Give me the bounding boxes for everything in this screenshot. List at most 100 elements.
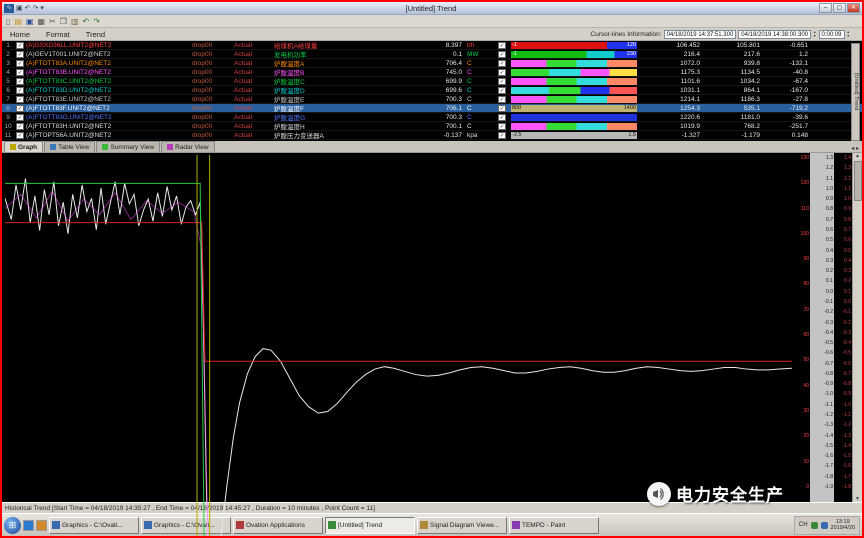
maximize-button[interactable]: ▢ <box>833 3 846 13</box>
scroll-up-icon[interactable]: ▲ <box>855 153 860 159</box>
y-tick-gray: 0.8 <box>811 206 833 212</box>
paste-icon[interactable]: ▥ <box>71 17 79 26</box>
table-row[interactable]: 4✓(A)FTOTT83B.UNIT2@NET2drop00Actual炉膛温度… <box>2 68 862 77</box>
point-name[interactable]: (A)FTOTT83G.UNIT2@NET2 <box>26 114 192 121</box>
taskbar-clock[interactable]: 13:19 2019/4/20 <box>831 519 855 531</box>
row-checkbox[interactable]: ✓ <box>16 60 24 67</box>
row-checkbox-2[interactable]: ✓ <box>498 42 506 49</box>
graph-tab-icon <box>10 144 16 150</box>
row-checkbox-2[interactable]: ✓ <box>498 132 506 139</box>
row-checkbox[interactable]: ✓ <box>16 78 24 85</box>
row-checkbox[interactable]: ✓ <box>16 96 24 103</box>
row-index: 1 <box>2 42 14 49</box>
y-tick-gray: -1.7 <box>811 463 833 469</box>
point-name[interactable]: (A)FTOPT56A.UNIT2@NET2 <box>26 132 192 139</box>
qat-save-icon[interactable]: ▣ <box>16 4 23 12</box>
point-name[interactable]: (A)FTOTT83A.UNIT2@NET2 <box>26 60 192 67</box>
table-row[interactable]: 5✓(A)FTOTT83C.UNIT2@NET2drop00Actual炉膛温度… <box>2 77 862 86</box>
minimize-button[interactable]: – <box>819 3 832 13</box>
table-row[interactable]: 10✓(A)FTOTT83H.UNIT2@NET2drop00Actual炉膛温… <box>2 122 862 131</box>
point-name[interactable]: (A)FTOTT83H.UNIT2@NET2 <box>26 123 192 130</box>
language-indicator[interactable]: CH <box>799 522 808 528</box>
tab-graph[interactable]: Graph <box>4 141 43 152</box>
point-name[interactable]: (A)FTOTT83E.UNIT2@NET2 <box>26 96 192 103</box>
row-checkbox[interactable]: ✓ <box>16 132 24 139</box>
open-folder-icon[interactable]: ▤ <box>14 17 22 26</box>
tab-summary-view[interactable]: Summary View <box>96 141 160 152</box>
row-checkbox-2[interactable]: ✓ <box>498 96 506 103</box>
table-row[interactable]: 2✓(A)GEV1T001.UNIT2@NET2drop00Actual发电机功… <box>2 50 862 59</box>
tray-status-icon[interactable] <box>811 522 818 529</box>
tray-volume-icon[interactable] <box>821 522 828 529</box>
chart-vertical-scrollbar[interactable]: ▲ ▼ <box>852 153 862 502</box>
tab-scroll-arrows[interactable]: ◂ ▸ <box>851 145 862 152</box>
row-checkbox-2[interactable]: ✓ <box>498 60 506 67</box>
qat-undo-icon[interactable]: ↶ <box>25 4 31 12</box>
close-button[interactable]: ✕ <box>847 3 860 13</box>
copy-icon[interactable]: ❐ <box>60 17 67 26</box>
row-checkbox[interactable]: ✓ <box>16 105 24 112</box>
y-tick-red: 50 <box>793 357 809 363</box>
row-checkbox-2[interactable]: ✓ <box>498 105 506 112</box>
scrollbar-thumb[interactable] <box>854 161 862 201</box>
row-checkbox-2[interactable]: ✓ <box>498 69 506 76</box>
point-name[interactable]: (A)GSXD36LL.UNIT2@NET2 <box>26 42 192 49</box>
row-checkbox-2[interactable]: ✓ <box>498 114 506 121</box>
point-drop: drop00 <box>192 96 234 103</box>
menu-trend[interactable]: Trend <box>78 30 113 39</box>
row-checkbox[interactable]: ✓ <box>16 114 24 121</box>
cursor-delta-field[interactable]: 0:00:09 <box>819 30 845 39</box>
point-name[interactable]: (A)FTOTT83C.UNIT2@NET2 <box>26 78 192 85</box>
row-checkbox[interactable]: ✓ <box>16 69 24 76</box>
scale-max: 230 <box>627 51 636 58</box>
undo-icon[interactable]: ↶ <box>83 17 90 26</box>
row-checkbox[interactable]: ✓ <box>16 51 24 58</box>
scale-band: 8001400 <box>511 105 637 112</box>
table-row[interactable]: 1✓(A)GSXD36LL.UNIT2@NET2drop00Actual给煤机A… <box>2 41 862 50</box>
row-checkbox-2[interactable]: ✓ <box>498 87 506 94</box>
spin-down-icon[interactable]: ▼ <box>813 34 816 38</box>
table-row[interactable]: 11✓(A)FTOPT56A.UNIT2@NET2drop00Actual炉膛压… <box>2 131 862 140</box>
row-checkbox[interactable]: ✓ <box>16 42 24 49</box>
tab-table-view[interactable]: Table View <box>44 141 95 152</box>
menu-format[interactable]: Format <box>38 30 78 39</box>
spin-down-icon[interactable]: ▼ <box>847 34 850 38</box>
table-row[interactable]: 8✓(A)FTOTT83F.UNIT2@NET2drop00Actual炉膛温度… <box>2 104 862 113</box>
y-axis-red2: 1.41.31.21.11.00.90.80.70.60.50.40.30.20… <box>834 153 852 502</box>
cursor1-time-field[interactable]: 04/18/2019 14:37:51.300 <box>664 30 737 39</box>
point-unit: C <box>464 78 496 85</box>
cursor2-time-field[interactable]: 04/18/2019 14:38:00.300 <box>738 30 811 39</box>
row-checkbox-2[interactable]: ✓ <box>498 51 506 58</box>
print-icon[interactable]: ▦ <box>38 17 46 26</box>
row-checkbox[interactable]: ✓ <box>16 123 24 130</box>
scale-min: -2.5 <box>512 132 521 139</box>
side-vertical-tab[interactable]: [Untitled] Trend <box>851 43 860 141</box>
cursor2-value: 768.2 <box>700 123 760 130</box>
save-icon[interactable]: ▣ <box>26 17 34 26</box>
summary-tab-icon <box>102 144 108 150</box>
redo-icon[interactable]: ↷ <box>93 17 100 26</box>
new-doc-icon[interactable]: ▯ <box>6 17 10 26</box>
table-row[interactable]: 7✓(A)FTOTT83E.UNIT2@NET2drop00Actual炉膛温度… <box>2 95 862 104</box>
cursor2-value: 939.8 <box>700 60 760 67</box>
tab-radar-view[interactable]: Radar View <box>161 141 214 152</box>
menu-home[interactable]: Home <box>2 30 38 39</box>
y-tick-red2: -0.8 <box>835 381 851 387</box>
table-row[interactable]: 3✓(A)FTOTT83A.UNIT2@NET2drop00Actual炉膛温度… <box>2 59 862 68</box>
point-drop: drop00 <box>192 87 234 94</box>
row-checkbox-2[interactable]: ✓ <box>498 78 506 85</box>
point-name[interactable]: (A)FTOTT83B.UNIT2@NET2 <box>26 69 192 76</box>
row-checkbox[interactable]: ✓ <box>16 87 24 94</box>
table-row[interactable]: 6✓(A)FTOTT83D.UNIT2@NET2drop00Actual炉膛温度… <box>2 86 862 95</box>
scroll-down-icon[interactable]: ▼ <box>855 496 860 502</box>
point-name[interactable]: (A)FTOTT83D.UNIT2@NET2 <box>26 87 192 94</box>
point-name[interactable]: (A)FTOTT83F.UNIT2@NET2 <box>26 105 192 112</box>
delta-spinner[interactable]: ▲▼ <box>847 30 850 38</box>
qat-redo-icon[interactable]: ↷ <box>33 4 39 12</box>
cursor-spinner[interactable]: ▲▼ <box>813 30 816 38</box>
cut-icon[interactable]: ✂ <box>49 17 56 26</box>
point-drop: drop00 <box>192 51 234 58</box>
table-row[interactable]: 9✓(A)FTOTT83G.UNIT2@NET2drop00Actual炉膛温度… <box>2 113 862 122</box>
point-name[interactable]: (A)GEV1T001.UNIT2@NET2 <box>26 51 192 58</box>
row-checkbox-2[interactable]: ✓ <box>498 123 506 130</box>
